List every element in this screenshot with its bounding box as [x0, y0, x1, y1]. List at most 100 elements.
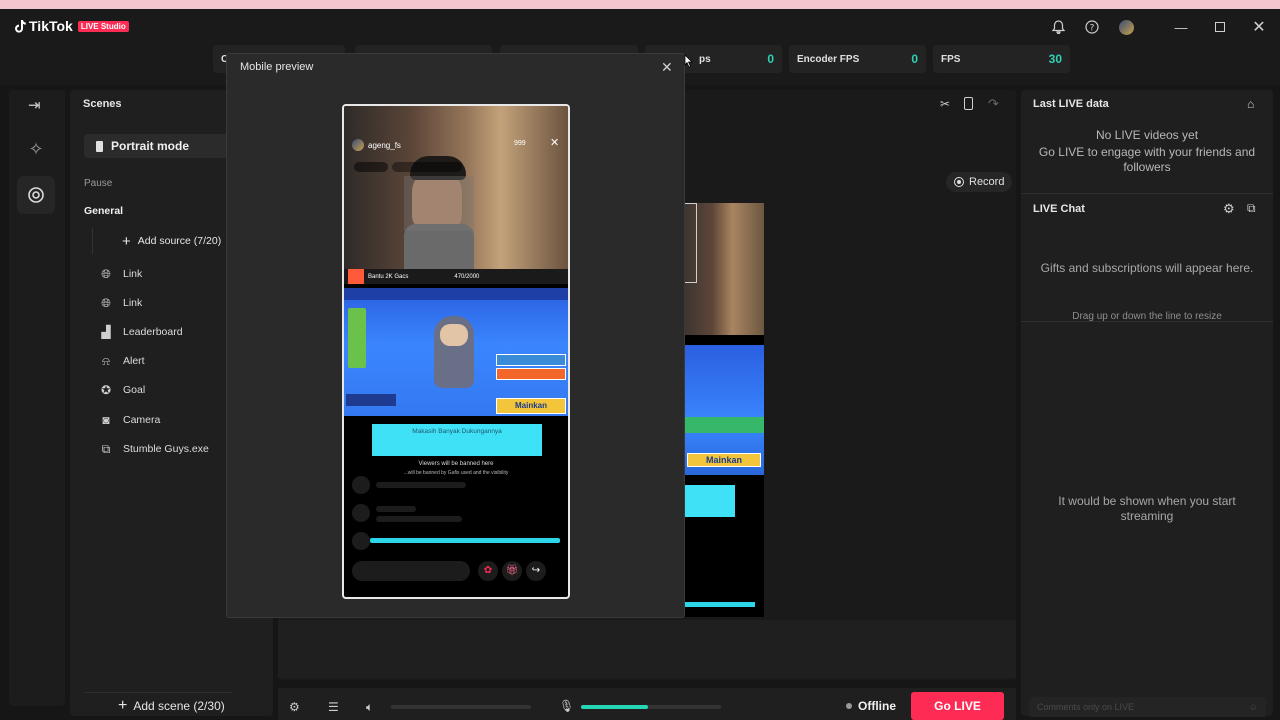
live-studio-badge: LIVE Studio [77, 20, 129, 32]
divider [1021, 193, 1273, 194]
window-top-strip [0, 0, 1280, 9]
streaming-placeholder: It would be shown when you start streami… [1058, 494, 1236, 523]
rose-icon: ✿ [478, 561, 498, 581]
phone-preview: ageng_fs 999 ✕ Bantu 2K Gacs 470/2000 Ma… [342, 104, 570, 599]
offline-label: Offline [858, 699, 896, 713]
add-scene-label: Add scene (2/30) [133, 699, 225, 713]
source-item[interactable]: ◙ Camera [98, 410, 160, 430]
live-chat-header: LIVE Chat [1033, 203, 1085, 215]
scenes-header: Scenes [83, 98, 122, 110]
pause-label[interactable]: Pause [84, 178, 112, 189]
host-username: ageng_fs [368, 140, 401, 150]
crop-icon[interactable]: ✂ [940, 97, 950, 111]
comment-line [376, 482, 466, 488]
tiktok-note-icon [15, 20, 26, 33]
chat-input[interactable]: Comments only on LIVE ☺ [1029, 697, 1266, 717]
close-icon: ✕ [550, 137, 560, 149]
sparkle-icon[interactable]: ✧ [17, 130, 55, 168]
game-capture: Mainkan [685, 345, 764, 475]
divider [84, 692, 232, 693]
dialog-title: Mobile preview [240, 61, 314, 73]
home-icon[interactable]: ⌂ [1247, 97, 1254, 111]
record-label: Record [969, 176, 1005, 188]
app-logo: TikTok LIVE Studio [14, 18, 129, 34]
emoji-icon[interactable]: ☺ [1249, 702, 1258, 712]
maximize-icon[interactable] [1210, 17, 1230, 37]
fps-stat: FPS 30 [933, 45, 1070, 73]
source-item[interactable]: 🌐︎ Link [98, 293, 142, 313]
control-bar [278, 688, 1016, 720]
speaker-icon[interactable]: 🔈︎ [366, 700, 373, 715]
app-name: TikTok [29, 18, 73, 34]
bell-icon: ⍾ [102, 353, 110, 368]
globe-icon: 🌐︎ [101, 266, 111, 281]
comment-line [376, 506, 416, 512]
add-scene-button[interactable]: + Add scene (2/30) [118, 697, 225, 715]
record-button[interactable]: Record [946, 172, 1013, 192]
source-item[interactable]: ✪ Goal [98, 380, 145, 400]
mainkan-button: Mainkan [496, 398, 566, 414]
preview-footer [278, 620, 1016, 678]
help-icon[interactable]: ? [1082, 17, 1102, 37]
scene-portrait-mode[interactable]: Portrait mode [84, 134, 232, 158]
gift-icon: 🎁︎ [502, 561, 522, 581]
go-live-label: Go LIVE [934, 699, 981, 713]
source-item[interactable]: ⍾ Alert [98, 351, 145, 371]
offline-status: Offline [846, 699, 896, 713]
share-icon: ↪ [526, 561, 546, 581]
target-icon[interactable] [17, 176, 55, 214]
source-item[interactable]: ▟ Leaderboard [98, 322, 183, 342]
goal-icon [348, 269, 364, 284]
window-capture-icon: ⧉ [101, 441, 111, 456]
settings-icon[interactable]: ⚙ [289, 700, 300, 714]
comment-box [352, 561, 470, 581]
viewer-count: 999 [514, 140, 526, 147]
stat-value: 0 [767, 52, 774, 66]
expand-panel-icon[interactable]: ⇥ [28, 96, 41, 114]
source-label: Stumble Guys.exe [123, 443, 209, 455]
go-live-button[interactable]: Go LIVE [911, 692, 1004, 720]
source-item[interactable]: 🌐︎ Link [98, 264, 142, 284]
overlay-box [404, 176, 474, 231]
mobile-preview-icon[interactable] [964, 97, 973, 110]
stat-label: FPS [941, 53, 961, 65]
encoder-fps-stat: Encoder FPS 0 [789, 45, 926, 73]
comment-avatar [352, 504, 370, 522]
source-label: Link [123, 297, 143, 309]
banner-cyan [685, 485, 735, 517]
avatar[interactable] [1116, 17, 1136, 37]
comment-avatar [352, 532, 370, 550]
bell-icon[interactable] [1048, 17, 1068, 37]
sliders-icon[interactable]: ☰ [328, 700, 339, 714]
right-panel [1021, 90, 1273, 716]
stat-value: 30 [1048, 52, 1062, 66]
close-icon[interactable]: ✕ [661, 59, 673, 76]
settings-icon[interactable]: ⚙ [1223, 201, 1235, 217]
game-capture: Mainkan [344, 288, 568, 416]
mic-volume-slider[interactable] [581, 705, 721, 709]
minimize-icon[interactable]: — [1171, 17, 1191, 37]
mic-level-fill [581, 705, 649, 709]
microphone-icon[interactable]: 🎙︎ [559, 699, 574, 713]
resize-handle[interactable] [1021, 321, 1273, 322]
source-label: Leaderboard [123, 326, 183, 338]
record-icon [954, 177, 964, 187]
portrait-phone-icon [96, 140, 103, 152]
add-source-button[interactable]: + Add source (7/20) [92, 230, 224, 252]
comment-avatar [352, 476, 370, 494]
general-label[interactable]: General [84, 205, 123, 217]
share-icon[interactable]: ↷ [988, 96, 999, 112]
gift-pill [392, 162, 462, 172]
speaker-volume-slider[interactable] [391, 705, 531, 709]
source-label: Camera [123, 414, 161, 426]
host-info: ageng_fs [352, 139, 401, 151]
source-item[interactable]: ⧉ Stumble Guys.exe [98, 439, 209, 459]
no-live-title: No LIVE videos yet [1095, 128, 1199, 142]
close-window-icon[interactable]: ✕ [1249, 17, 1269, 37]
gifts-placeholder: Gifts and subscriptions will appear here… [1040, 261, 1254, 275]
status-dot [846, 703, 852, 709]
goal-progress: 470/2000 [454, 273, 480, 280]
goal-bar: Bantu 2K Gacs 470/2000 [344, 269, 568, 284]
banner-cyan: Makasih Banyak Dukungannya [372, 424, 542, 456]
popout-icon[interactable]: ⧉ [1247, 201, 1256, 216]
